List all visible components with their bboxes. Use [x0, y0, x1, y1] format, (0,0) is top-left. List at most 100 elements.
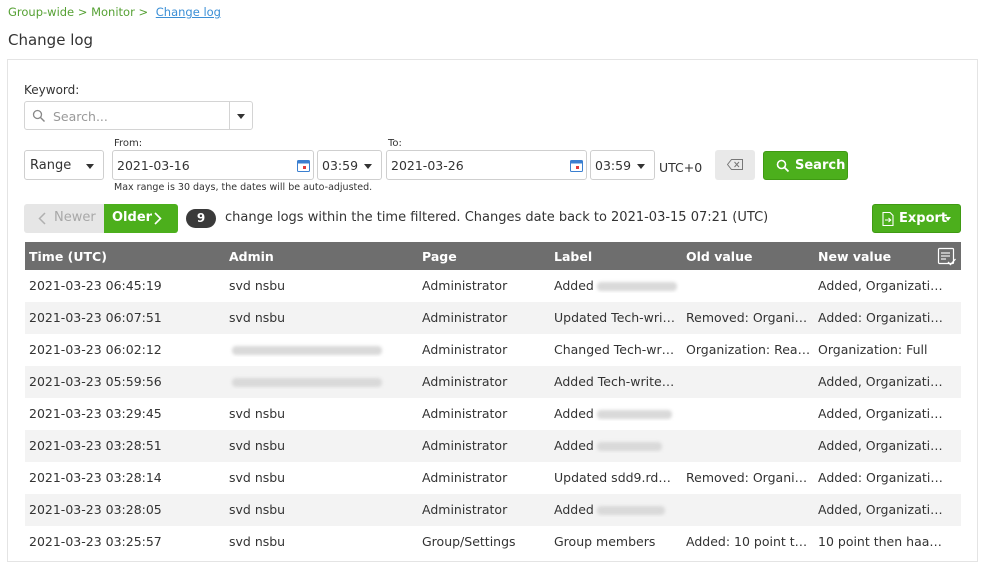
cell-admin: svd nsbu	[229, 534, 417, 549]
to-date-value: 2021-03-26	[391, 158, 464, 173]
cell-old-value-text: Removed: Organiz…	[686, 470, 812, 485]
cell-time: 2021-03-23 03:29:45	[29, 406, 224, 421]
redacted-text	[596, 442, 662, 451]
log-summary-text: change logs within the time filtered. Ch…	[225, 210, 769, 225]
column-header-new-value[interactable]: New value	[818, 249, 948, 264]
cell-label-text: Added Tech-write…	[554, 374, 675, 389]
clear-filter-button[interactable]	[715, 150, 755, 180]
chevron-down-icon	[364, 164, 372, 169]
column-header-time[interactable]: Time (UTC)	[29, 249, 224, 264]
export-button-label: Export	[899, 211, 948, 226]
cell-page-text: Group/Settings	[422, 534, 516, 549]
breadcrumb-change-log[interactable]: Change log	[156, 5, 221, 19]
to-time-value: 03:59	[595, 158, 632, 173]
range-mode-value: Range	[30, 158, 72, 173]
cell-page-text: Administrator	[422, 438, 508, 453]
chevron-down-icon	[637, 164, 645, 169]
cell-admin-text: svd nsbu	[229, 278, 286, 293]
table-row[interactable]: 2021-03-23 06:02:12 Administrator Changed …	[25, 334, 961, 366]
cell-new-value: Added, Organizati…	[818, 278, 948, 293]
cell-label: Updated Tech-wri…	[554, 310, 680, 325]
cell-new-value: 10 point then haas …	[818, 534, 948, 549]
chevron-left-icon	[38, 212, 46, 225]
cell-new-value-text: Organization: Full	[818, 342, 928, 357]
cell-old-value: Removed: Organiz…	[686, 310, 812, 325]
table-row[interactable]: 2021-03-23 05:59:56 Administrator Added Te…	[25, 366, 961, 398]
cell-admin: svd nsbu	[229, 470, 417, 485]
table-row[interactable]: 2021-03-23 03:25:57 svd nsbu Group/Setting…	[25, 526, 961, 558]
range-mode-select[interactable]: Range	[24, 150, 104, 180]
cell-label: Added Tech-write…	[554, 374, 680, 389]
cell-admin: svd nsbu	[229, 310, 417, 325]
range-hint: Max range is 30 days, the dates will be …	[114, 182, 373, 193]
redacted-text	[596, 410, 672, 419]
cell-time-text: 2021-03-23 03:25:57	[29, 534, 162, 549]
redacted-text	[596, 282, 677, 291]
older-button[interactable]: Older	[104, 204, 178, 233]
cell-new-value: Organization: Full	[818, 342, 948, 357]
cell-old-value: Added: 10 point th…	[686, 534, 812, 549]
from-time-select[interactable]: 03:59	[317, 150, 382, 180]
cell-label-text: Group members	[554, 534, 656, 549]
breadcrumb-group-wide[interactable]: Group-wide	[8, 5, 74, 19]
export-button[interactable]: Export	[872, 204, 961, 233]
breadcrumb-separator: >	[138, 5, 149, 19]
column-header-label[interactable]: Label	[554, 249, 680, 264]
cell-new-value-text: Added, Organizati…	[818, 374, 943, 389]
table-body: 2021-03-23 06:45:19 svd nsbu Administrator…	[25, 270, 961, 558]
cell-label-text: Added	[554, 278, 594, 293]
cell-time-text: 2021-03-23 03:28:14	[29, 470, 162, 485]
calendar-icon[interactable]	[297, 159, 310, 172]
cell-time: 2021-03-23 06:45:19	[29, 278, 224, 293]
cell-admin-text: svd nsbu	[229, 534, 286, 549]
table-header: Time (UTC) Admin Page Label Old value Ne…	[25, 242, 961, 270]
cell-label: Added	[554, 502, 680, 517]
from-time-value: 03:59	[322, 158, 359, 173]
cell-label: Updated sdd9.rd…	[554, 470, 680, 485]
cell-page-text: Administrator	[422, 342, 508, 357]
cell-admin-text: svd nsbu	[229, 438, 286, 453]
cell-new-value-text: Added, Organizati…	[818, 438, 943, 453]
cell-time-text: 2021-03-23 06:07:51	[29, 310, 162, 325]
cell-time-text: 2021-03-23 03:28:05	[29, 502, 162, 517]
cell-old-value-text: Organization: Rea…	[686, 342, 811, 357]
table-row[interactable]: 2021-03-23 03:29:45 svd nsbu Administrator…	[25, 398, 961, 430]
cell-page: Administrator	[422, 406, 550, 421]
calendar-icon[interactable]	[570, 159, 583, 172]
column-selector-icon[interactable]	[937, 247, 957, 267]
cell-label: Added	[554, 406, 680, 421]
to-date-field[interactable]: 2021-03-26	[386, 150, 587, 180]
table-row[interactable]: 2021-03-23 03:28:05 svd nsbu Administrator…	[25, 494, 961, 526]
cell-new-value-text: 10 point then haas …	[818, 534, 948, 549]
column-header-page[interactable]: Page	[422, 249, 550, 264]
newer-button-label: Newer	[54, 210, 96, 225]
from-date-field[interactable]: 2021-03-16	[112, 150, 314, 180]
cell-new-value-text: Added: Organizati…	[818, 310, 943, 325]
search-icon	[776, 159, 790, 173]
breadcrumb-separator: >	[77, 5, 88, 19]
cell-label-text: Changed Tech-wr…	[554, 342, 675, 357]
table-row[interactable]: 2021-03-23 03:28:51 svd nsbu Administrator…	[25, 430, 961, 462]
cell-page-text: Administrator	[422, 278, 508, 293]
cell-admin-text: svd nsbu	[229, 406, 286, 421]
breadcrumb-monitor[interactable]: Monitor	[91, 5, 135, 19]
chevron-down-icon	[945, 217, 951, 221]
table-row[interactable]: 2021-03-23 06:45:19 svd nsbu Administrator…	[25, 270, 961, 302]
search-button[interactable]: Search	[763, 151, 848, 180]
cell-time: 2021-03-23 03:28:05	[29, 502, 224, 517]
cell-new-value-text: Added, Organizati…	[818, 502, 943, 517]
column-header-old-value[interactable]: Old value	[686, 249, 812, 264]
column-header-admin[interactable]: Admin	[229, 249, 417, 264]
keyword-dropdown-toggle[interactable]	[229, 102, 252, 129]
table-row[interactable]: 2021-03-23 06:07:51 svd nsbu Administrator…	[25, 302, 961, 334]
older-button-label: Older	[112, 210, 153, 225]
cell-time: 2021-03-23 05:59:56	[29, 374, 224, 389]
cell-time-text: 2021-03-23 03:29:45	[29, 406, 162, 421]
table-row[interactable]: 2021-03-23 03:28:14 svd nsbu Administrator…	[25, 462, 961, 494]
search-icon	[32, 109, 45, 122]
keyword-label: Keyword:	[24, 83, 80, 97]
to-time-select[interactable]: 03:59	[590, 150, 655, 180]
cell-page-text: Administrator	[422, 374, 508, 389]
keyword-search-input[interactable]	[53, 105, 223, 127]
newer-button[interactable]: Newer	[24, 204, 104, 233]
